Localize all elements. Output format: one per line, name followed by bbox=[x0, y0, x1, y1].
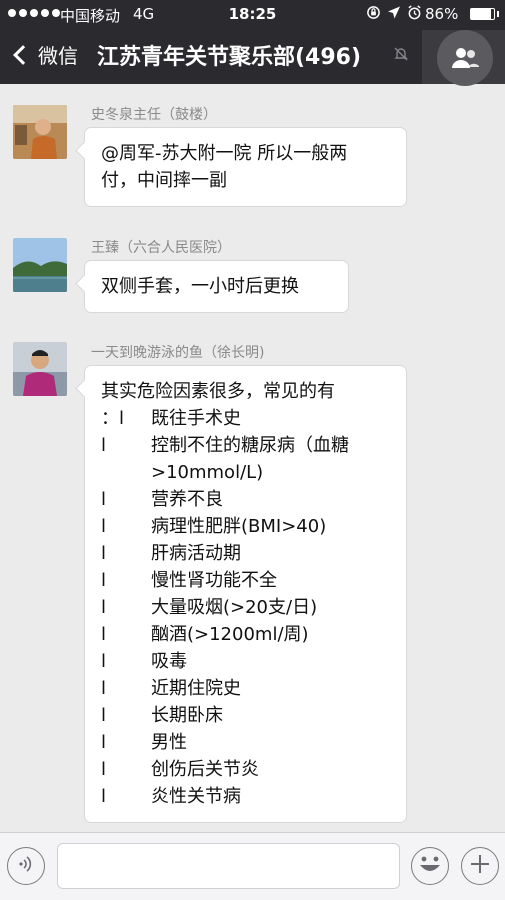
chat-title: 江苏青年关节聚乐部(496) bbox=[97, 45, 362, 70]
battery-percent: 86% bbox=[425, 5, 459, 23]
list-item-text: 酗酒(>1200ml/周) bbox=[151, 624, 309, 645]
input-bar bbox=[0, 832, 505, 900]
list-item: l 病理性肥胖(BMI>40) bbox=[101, 513, 392, 540]
voice-input-icon bbox=[16, 854, 36, 878]
group-members-icon bbox=[437, 30, 493, 86]
list-item-text: 慢性肾功能不全 bbox=[151, 570, 277, 591]
list-item: l 长期卧床 bbox=[101, 702, 392, 729]
list-item: l 男性 bbox=[101, 729, 392, 756]
list-bullet: l bbox=[101, 435, 107, 456]
risk-factor-list: l 控制不住的糖尿病（血糖>10mmol/L) l 营养不良 l 病理性肥胖(BMI>40… bbox=[101, 432, 392, 810]
top-bar: 中国移动 4G 18:25 86% 微信 江苏青年关节聚乐部(496) bbox=[0, 0, 505, 86]
list-item: l 吸毒 bbox=[101, 648, 392, 675]
plus-icon bbox=[469, 853, 491, 879]
list-bullet: l bbox=[101, 705, 107, 726]
more-options-button[interactable] bbox=[461, 847, 499, 885]
back-button[interactable]: 微信 bbox=[10, 40, 78, 69]
emoji-icon bbox=[413, 847, 447, 885]
status-icons bbox=[360, 5, 422, 24]
list-bullet: l bbox=[101, 624, 107, 645]
message-bubble[interactable]: 其实危险因素很多，常见的有 ：l 既往手术史 l 控制不住的糖尿病（血糖>10mm… bbox=[84, 365, 407, 823]
avatar[interactable] bbox=[13, 105, 67, 159]
list-item: l 营养不良 bbox=[101, 486, 392, 513]
list-item: l 炎性关节病 bbox=[101, 783, 392, 810]
battery-cap bbox=[497, 11, 499, 17]
voice-input-button[interactable] bbox=[7, 847, 45, 885]
list-item-text: 长期卧床 bbox=[151, 705, 223, 726]
list-bullet: l bbox=[101, 489, 107, 510]
list-bullet: l bbox=[101, 516, 107, 537]
message-bubble[interactable]: 双侧手套，一小时后更换 bbox=[84, 260, 349, 313]
list-item: l 创伤后关节炎 bbox=[101, 756, 392, 783]
location-arrow-icon bbox=[387, 5, 401, 24]
list-bullet: l bbox=[101, 597, 107, 618]
message-line: @周军-苏大附一院 所以一般两 bbox=[101, 143, 348, 164]
list-bullet: l bbox=[101, 543, 107, 564]
battery-fill bbox=[471, 9, 491, 19]
battery-icon bbox=[470, 8, 495, 20]
list-item: l 控制不住的糖尿病（血糖>10mmol/L) bbox=[101, 432, 392, 486]
list-item: l 近期住院史 bbox=[101, 675, 392, 702]
alarm-clock-icon bbox=[407, 5, 422, 24]
group-info-button[interactable] bbox=[422, 30, 505, 86]
list-item-text: 既往手术史 bbox=[151, 408, 241, 429]
sender-name: 一天到晚游泳的鱼（徐长明) bbox=[91, 345, 265, 361]
list-bullet: l bbox=[101, 678, 107, 699]
emoji-button[interactable] bbox=[411, 847, 449, 885]
list-item-text: 大量吸烟(>20支/日) bbox=[151, 597, 318, 618]
message-line: 付，中间摔一副 bbox=[101, 170, 227, 191]
list-bullet: ：l bbox=[101, 408, 125, 429]
list-bullet: l bbox=[101, 651, 107, 672]
message-bubble[interactable]: @周军-苏大附一院 所以一般两 付，中间摔一副 bbox=[84, 127, 407, 207]
list-item: l 肝病活动期 bbox=[101, 540, 392, 567]
list-bullet: l bbox=[101, 732, 107, 753]
message-line: 其实危险因素很多，常见的有 bbox=[101, 381, 335, 402]
bell-muted-icon bbox=[393, 46, 409, 62]
avatar[interactable] bbox=[13, 342, 67, 396]
list-item-text: 男性 bbox=[151, 732, 187, 753]
list-item-text: 控制不住的糖尿病（血糖>10mmol/L) bbox=[151, 435, 349, 483]
list-item-text: 营养不良 bbox=[151, 489, 223, 510]
list-item-text: 病理性肥胖(BMI>40) bbox=[151, 516, 327, 537]
list-bullet: l bbox=[101, 570, 107, 591]
sender-name: 王臻（六合人民医院） bbox=[91, 240, 231, 256]
back-label: 微信 bbox=[38, 44, 78, 68]
nav-bar: 微信 江苏青年关节聚乐部(496) bbox=[0, 30, 505, 86]
list-item: l 酗酒(>1200ml/周) bbox=[101, 621, 392, 648]
list-item: l 大量吸烟(>20支/日) bbox=[101, 594, 392, 621]
list-bullet: l bbox=[101, 786, 107, 807]
list-item-text: 炎性关节病 bbox=[151, 786, 241, 807]
list-item-text: 创伤后关节炎 bbox=[151, 759, 259, 780]
message-line: 双侧手套，一小时后更换 bbox=[101, 276, 299, 297]
chevron-left-icon bbox=[13, 44, 33, 65]
list-item: l 慢性肾功能不全 bbox=[101, 567, 392, 594]
message-input[interactable] bbox=[57, 843, 400, 889]
avatar[interactable] bbox=[13, 238, 67, 292]
list-item-text: 近期住院史 bbox=[151, 678, 241, 699]
sender-name: 史冬泉主任（鼓楼） bbox=[91, 107, 217, 123]
list-item-text: 吸毒 bbox=[151, 651, 187, 672]
status-bar: 中国移动 4G 18:25 86% bbox=[0, 0, 505, 28]
list-item-text: 肝病活动期 bbox=[151, 543, 241, 564]
list-bullet: l bbox=[101, 759, 107, 780]
list-item: ：l 既往手术史 bbox=[101, 405, 392, 432]
rotation-lock-icon bbox=[366, 5, 381, 24]
